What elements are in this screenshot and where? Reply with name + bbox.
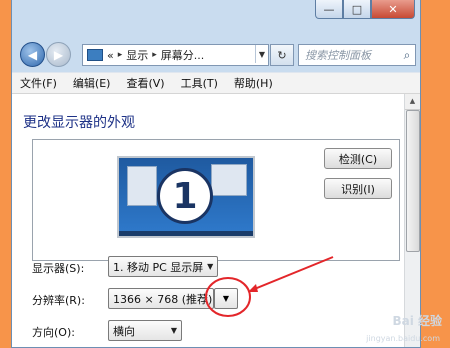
resolution-dropdown-button[interactable]: ▼ [214,288,238,309]
chevron-down-icon: ▼ [170,326,178,335]
scroll-thumb[interactable] [406,110,420,252]
watermark-logo: Bai 经验 [392,314,442,328]
monitor-1[interactable]: 1 [117,156,255,238]
main-content: 更改显示器的外观 1 检测(C) 识别(I) 显示器(S): 1. 移动 PC … [12,94,405,347]
desktop-window-thumbnail [127,166,157,206]
search-icon[interactable]: ⌕ [399,48,415,63]
breadcrumb-screen-resolution[interactable]: 屏幕分... [161,47,205,63]
watermark-url: jingyan.baidu.com [366,334,440,343]
menu-edit[interactable]: 编辑(E) [65,75,119,91]
menu-file[interactable]: 文件(F) [12,75,65,91]
orientation-select-value: 横向 [113,324,135,338]
back-arrow-icon: ◀ [27,47,38,62]
crumb-separator: ▸ [117,50,123,60]
forward-button[interactable]: ▶ [46,42,71,67]
menu-view[interactable]: 查看(V) [118,75,172,91]
refresh-button[interactable]: ↻ [270,44,294,66]
page-title: 更改显示器的外观 [23,115,135,131]
refresh-icon: ↻ [277,48,287,62]
orientation-select[interactable]: 横向 ▼ [108,320,182,341]
maximize-button[interactable]: □ [343,0,371,19]
close-button[interactable]: ✕ [371,0,415,19]
desktop-window-thumbnail [211,164,247,196]
address-prefix: « [107,48,114,62]
detect-button[interactable]: 检测(C) [324,148,392,169]
taskbar-thumbnail [119,231,253,236]
search-placeholder: 搜索控制面板 [305,49,371,62]
back-button[interactable]: ◀ [20,42,45,67]
address-dropdown-icon[interactable]: ▼ [255,45,268,63]
resolution-select-value: 1366 × 768 (推荐) [113,292,213,306]
identify-button[interactable]: 识别(I) [324,178,392,199]
display-select-value: 1. 移动 PC 显示屏 [113,260,204,274]
menu-bar: 文件(F) 编辑(E) 查看(V) 工具(T) 帮助(H) [12,72,420,94]
crumb-separator: ▸ [152,50,157,60]
address-bar[interactable]: « ▸ 显示 ▸ 屏幕分... ▼ [82,44,269,66]
chevron-down-icon: ▼ [222,294,230,303]
resolution-label: 分辨率(R): [32,294,85,307]
display-label: 显示器(S): [32,262,85,275]
forward-arrow-icon: ▶ [53,47,64,62]
address-row: ◀ ▶ « ▸ 显示 ▸ 屏幕分... ▼ ↻ 搜索控制面板 ⌕ [12,40,420,68]
menu-help[interactable]: 帮助(H) [226,75,281,91]
monitor-number-badge: 1 [157,168,213,224]
resolution-select[interactable]: 1366 × 768 (推荐) [108,288,214,309]
orientation-label: 方向(O): [32,326,75,339]
minimize-button[interactable]: — [315,0,343,19]
display-arrangement-panel: 1 检测(C) 识别(I) [32,139,400,261]
caption-buttons: — □ ✕ [315,0,415,19]
scroll-up-arrow-icon[interactable]: ▲ [405,94,420,110]
display-select[interactable]: 1. 移动 PC 显示屏 ▼ [108,256,218,277]
display-icon [87,49,103,61]
search-input[interactable]: 搜索控制面板 ⌕ [298,44,416,66]
chevron-down-icon: ▼ [207,262,214,271]
control-panel-window: — □ ✕ ◀ ▶ « ▸ 显示 ▸ 屏幕分... ▼ ↻ 搜索控制面板 ⌕ 文… [11,0,421,348]
menu-tools[interactable]: 工具(T) [173,75,226,91]
breadcrumb-display[interactable]: 显示 [126,47,148,63]
vertical-scrollbar[interactable]: ▲ [404,94,420,347]
